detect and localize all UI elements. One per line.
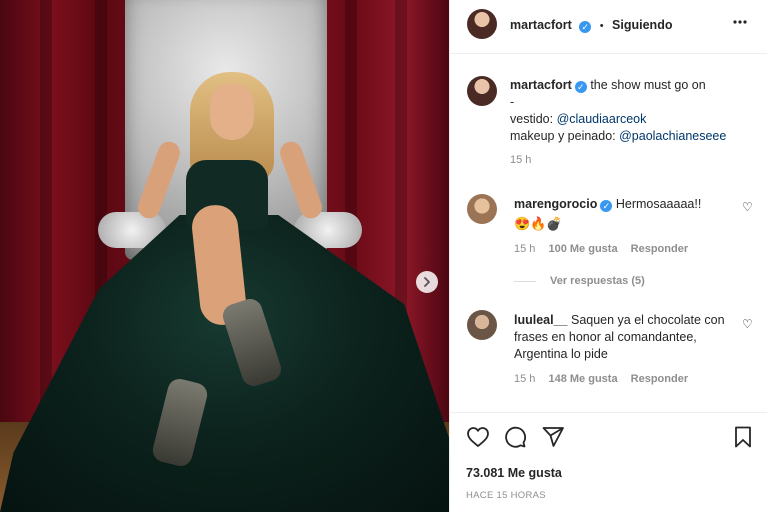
comment-author[interactable]: marengorocio [514, 197, 597, 211]
comment-time: 15 h [514, 243, 536, 255]
comment-body: luuleal__ Saquen ya el chocolate con fra… [514, 312, 732, 385]
more-horizontal-icon [733, 20, 747, 24]
share-button[interactable] [541, 425, 565, 452]
mention-link[interactable]: @claudiaarceok [557, 112, 647, 126]
author-username[interactable]: martacfort [510, 18, 572, 32]
view-replies-label: Ver respuestas (5) [550, 275, 645, 287]
caption-line: martacfort ✓ the show must go on [510, 77, 750, 94]
reply-button[interactable]: Responder [631, 243, 688, 255]
comment-time: 15 h [514, 373, 536, 385]
comment-line: luuleal__ Saquen ya el chocolate con fra… [514, 312, 732, 363]
comment-text: Hermosaaaaa!! [615, 197, 702, 211]
save-button[interactable] [731, 425, 755, 452]
comment-like-icon[interactable]: ♡ [742, 200, 753, 214]
avatar[interactable] [467, 310, 497, 340]
more-options-button[interactable] [732, 14, 748, 33]
caption-dress-line: vestido: @claudiaarceok [510, 111, 750, 128]
comment-icon [505, 426, 526, 448]
like-button[interactable] [466, 425, 490, 452]
share-icon [542, 427, 564, 447]
comment-body: marengorocio ✓ Hermosaaaaa!! 😍🔥💣 15 h 100… [514, 196, 734, 287]
likes-count[interactable]: 73.081 Me gusta [466, 466, 562, 480]
divider [450, 412, 767, 413]
header-user-row: martacfort ✓ • Siguiendo [510, 16, 672, 34]
comment-likes[interactable]: 148 Me gusta [548, 373, 617, 385]
comment-line: marengorocio ✓ Hermosaaaaa!! [514, 196, 734, 213]
caption-dash: - [510, 95, 515, 109]
avatar[interactable] [467, 76, 497, 106]
separator-dot: • [599, 20, 604, 32]
divider [450, 53, 767, 54]
comment-emojis: 😍🔥💣 [514, 216, 563, 231]
face [210, 84, 254, 140]
verified-badge-icon: ✓ [579, 21, 592, 33]
verified-badge-icon: ✓ [600, 200, 613, 212]
reply-button[interactable]: Responder [631, 373, 688, 385]
makeup-label: makeup y peinado: [510, 129, 620, 143]
comment-author[interactable]: luuleal__ [514, 313, 568, 327]
post-photo[interactable] [0, 0, 449, 512]
replies-line [514, 280, 536, 282]
post-age: HACE 15 HORAS [466, 490, 546, 501]
avatar[interactable] [467, 194, 497, 224]
comment-likes[interactable]: 100 Me gusta [548, 243, 617, 255]
caption-body: martacfort ✓ the show must go on - vestid… [510, 77, 750, 166]
caption-makeup-line: makeup y peinado: @paolachianeseee [510, 128, 750, 145]
bookmark-icon [735, 426, 751, 448]
comment-meta: 15 h 148 Me gusta Responder [514, 373, 732, 385]
post-details-panel: martacfort ✓ • Siguiendo martacfort ✓ the… [449, 0, 767, 512]
heart-icon [467, 427, 489, 447]
next-photo-button[interactable] [416, 271, 438, 293]
caption-author[interactable]: martacfort [510, 78, 572, 92]
comment-button[interactable] [503, 425, 527, 452]
view-replies-button[interactable]: Ver respuestas (5) [514, 275, 734, 287]
caption-time: 15 h [510, 154, 532, 166]
avatar[interactable] [467, 9, 497, 39]
follow-status-button[interactable]: Siguiendo [612, 18, 672, 32]
chevron-right-icon [424, 277, 430, 287]
caption-text: the show must go on [590, 78, 706, 92]
dress-label: vestido: [510, 112, 557, 126]
verified-badge-icon: ✓ [574, 81, 587, 93]
mention-link[interactable]: @paolachianeseee [619, 129, 726, 143]
comment-meta: 15 h 100 Me gusta Responder [514, 243, 734, 255]
comment-like-icon[interactable]: ♡ [742, 317, 753, 331]
curtain-fold [40, 0, 52, 420]
